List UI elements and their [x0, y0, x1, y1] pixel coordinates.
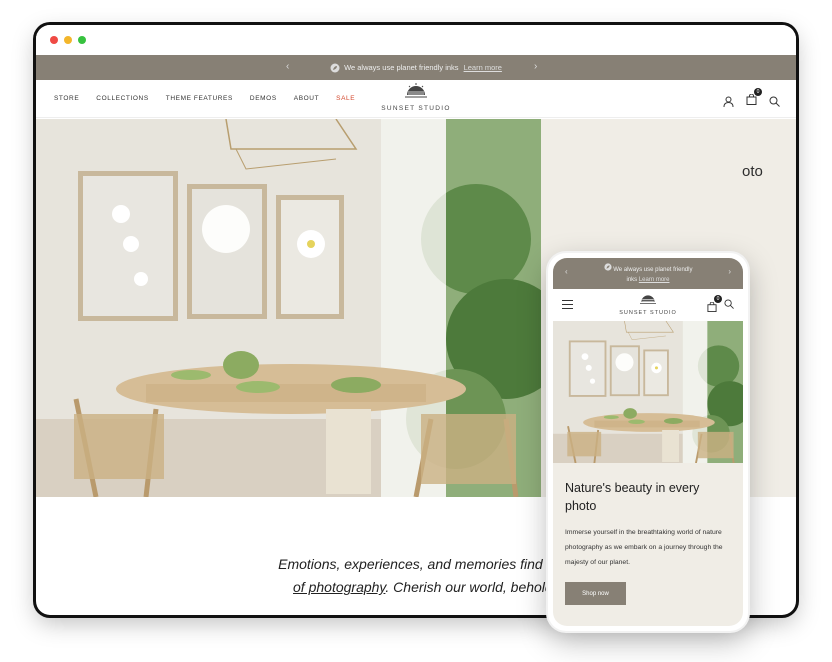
- nav-item-collections[interactable]: COLLECTIONS: [96, 95, 148, 102]
- mobile-search-icon[interactable]: [724, 299, 734, 309]
- nav-item-about[interactable]: ABOUT: [294, 95, 319, 102]
- mobile-announcement-line1: We always use planet friendly: [613, 266, 693, 273]
- sun-logo-icon: [405, 83, 427, 98]
- mobile-logo[interactable]: SUNSET STUDIO: [616, 292, 680, 316]
- cart-button[interactable]: 0: [746, 88, 762, 110]
- mobile-hero-title: Nature's beauty in every photo: [565, 481, 700, 513]
- mobile-screen: ‹ We always use planet friendly inks Lea…: [553, 258, 743, 626]
- hero-title-fragment: oto: [742, 163, 763, 180]
- mobile-next-arrow-icon[interactable]: ›: [728, 267, 731, 277]
- nav-item-store[interactable]: STORE: [54, 95, 79, 102]
- mobile-hero-body: Immerse yourself in the breathtaking wor…: [565, 529, 723, 566]
- header-icons: 0: [723, 88, 780, 110]
- mobile-cart-button[interactable]: 0: [707, 295, 722, 317]
- close-window-dot[interactable]: [50, 36, 58, 44]
- photography-link[interactable]: of photography: [293, 579, 385, 595]
- nav-item-sale[interactable]: SALE: [336, 95, 355, 102]
- site-logo[interactable]: SUNSET STUDIO: [381, 83, 451, 112]
- shop-now-button[interactable]: Shop now: [565, 582, 626, 605]
- mobile-leaf-icon: [603, 262, 612, 271]
- mobile-prev-arrow-icon[interactable]: ‹: [565, 267, 568, 277]
- mobile-sun-logo-icon: [640, 295, 656, 304]
- account-icon[interactable]: [723, 96, 734, 107]
- search-icon[interactable]: [769, 96, 780, 107]
- header-nav: STORE COLLECTIONS THEME FEATURES DEMOS A…: [36, 80, 796, 118]
- mobile-logo-text: SUNSET STUDIO: [619, 310, 677, 316]
- learn-more-link[interactable]: Learn more: [464, 63, 502, 72]
- mockup-stage: ‹ We always use planet friendly inks Lea…: [0, 0, 832, 662]
- prev-announcement-arrow-icon[interactable]: ‹: [286, 61, 289, 72]
- main-menu: STORE COLLECTIONS THEME FEATURES DEMOS A…: [54, 95, 355, 102]
- browser-chrome: [36, 25, 796, 55]
- mobile-phone-mockup: ‹ We always use planet friendly inks Lea…: [548, 253, 748, 631]
- hero-dining-room-image: [36, 119, 541, 497]
- mobile-header: SUNSET STUDIO 0: [553, 289, 743, 321]
- mobile-announcement-bar: ‹ We always use planet friendly inks Lea…: [553, 258, 743, 289]
- hamburger-menu-icon[interactable]: [562, 300, 573, 312]
- mobile-cart-icon: [707, 301, 717, 312]
- announcement-bar: ‹ We always use planet friendly inks Lea…: [36, 55, 796, 80]
- mobile-cart-count-badge: 0: [714, 295, 722, 303]
- announcement-text: We always use planet friendly inks: [344, 63, 459, 72]
- nav-item-theme-features[interactable]: THEME FEATURES: [166, 95, 233, 102]
- next-announcement-arrow-icon[interactable]: ›: [534, 61, 537, 72]
- mobile-hero-image: [553, 321, 743, 463]
- mobile-header-icons: 0: [707, 295, 734, 317]
- minimize-window-dot[interactable]: [64, 36, 72, 44]
- logo-text: SUNSET STUDIO: [381, 105, 451, 112]
- cart-count-badge: 0: [754, 88, 762, 96]
- nav-item-demos[interactable]: DEMOS: [250, 95, 277, 102]
- mobile-hero-content: Nature's beauty in every photo Immerse y…: [553, 463, 743, 621]
- maximize-window-dot[interactable]: [78, 36, 86, 44]
- mobile-announcement-line2: inks: [626, 276, 638, 283]
- mobile-learn-more-link[interactable]: Learn more: [639, 277, 670, 283]
- leaf-icon: [330, 63, 340, 72]
